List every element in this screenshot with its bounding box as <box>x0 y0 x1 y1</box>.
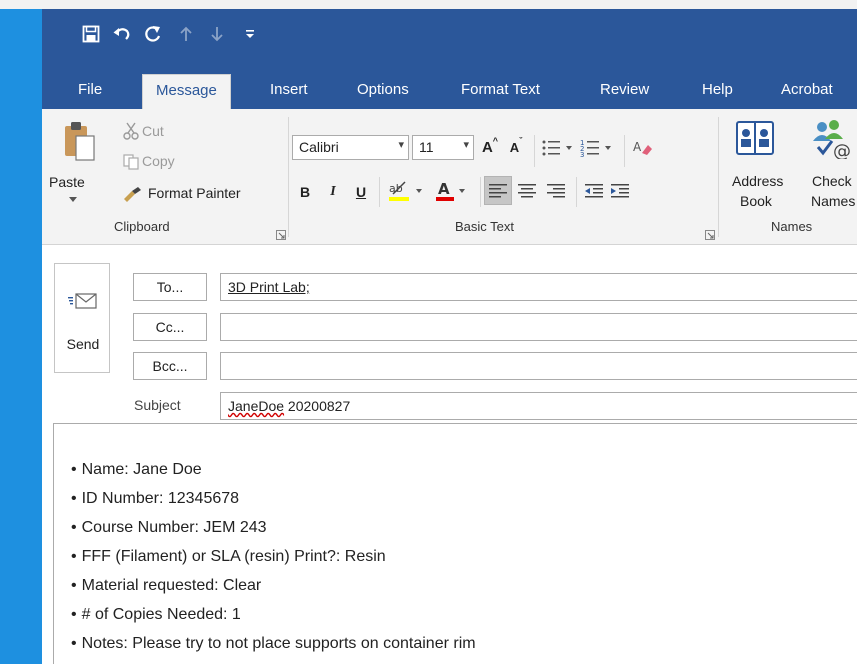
font-size-value: 11 <box>419 139 434 155</box>
body-line: Course Number: JEM 243 <box>71 518 476 547</box>
body-bullet-list: Name: Jane Doe ID Number: 12345678 Cours… <box>71 460 476 663</box>
address-book-icon[interactable] <box>735 119 775 157</box>
body-line: Notes: Please try to not place supports … <box>71 634 476 663</box>
to-recipient[interactable]: 3D Print Lab; <box>228 279 310 295</box>
paste-icon[interactable] <box>63 120 97 164</box>
basic-text-launcher-icon[interactable] <box>705 227 715 240</box>
send-label: Send <box>66 336 100 352</box>
svg-text:A: A <box>633 140 642 154</box>
next-item-icon[interactable] <box>204 21 230 47</box>
compose-header: Send To... Cc... Bcc... 3D Print Lab; Su… <box>42 245 857 425</box>
tab-options[interactable]: Options <box>344 74 422 109</box>
subject-field[interactable]: JaneDoe 20200827 <box>220 392 857 420</box>
send-button[interactable]: Send <box>54 263 110 373</box>
increase-indent-icon[interactable] <box>608 179 632 203</box>
format-painter-button[interactable]: Format Painter <box>148 185 241 201</box>
svg-text:@: @ <box>833 141 851 159</box>
address-book-label-2[interactable]: Book <box>740 193 772 209</box>
desktop-background-strip <box>0 0 857 9</box>
font-color-icon[interactable]: A <box>434 177 474 205</box>
cc-button[interactable]: Cc... <box>133 313 207 341</box>
address-book-label-1[interactable]: Address <box>732 173 783 189</box>
group-divider <box>288 117 289 237</box>
font-name-value: Calibri <box>299 139 339 155</box>
copy-icon <box>121 153 141 171</box>
clipboard-group-label: Clipboard <box>114 219 170 234</box>
tab-acrobat[interactable]: Acrobat <box>768 74 846 109</box>
basic-text-group-label: Basic Text <box>455 219 515 234</box>
divider <box>534 135 535 167</box>
divider <box>480 177 481 207</box>
bullets-icon[interactable] <box>540 135 576 161</box>
grow-font-icon[interactable]: A ^ <box>478 134 502 160</box>
save-icon[interactable] <box>78 21 104 47</box>
quick-access-toolbar <box>42 9 857 62</box>
message-window: File Message Insert Options Format Text … <box>42 9 857 664</box>
divider <box>624 135 625 167</box>
paste-button[interactable]: Paste <box>49 174 85 190</box>
body-line: ID Number: 12345678 <box>71 489 476 518</box>
svg-text:ab: ab <box>389 182 403 195</box>
group-divider <box>718 117 719 237</box>
tab-format-text[interactable]: Format Text <box>448 74 553 109</box>
bcc-button[interactable]: Bcc... <box>133 352 207 380</box>
ribbon-tabs: File Message Insert Options Format Text … <box>42 62 857 109</box>
cc-field[interactable] <box>220 313 857 341</box>
subject-date: 20200827 <box>284 398 351 414</box>
tab-message[interactable]: Message <box>142 74 231 109</box>
format-painter-icon <box>122 184 144 204</box>
clipboard-launcher-icon[interactable] <box>276 227 286 240</box>
numbering-icon[interactable]: 123 <box>579 135 615 161</box>
align-center-icon[interactable] <box>515 179 539 203</box>
chevron-down-icon: ▾ <box>463 139 469 151</box>
tab-review[interactable]: Review <box>587 74 662 109</box>
body-line: Name: Jane Doe <box>71 460 476 489</box>
check-names-icon[interactable]: @ <box>810 119 857 159</box>
underline-button[interactable]: U <box>349 179 373 205</box>
chevron-down-icon: ▾ <box>398 139 404 151</box>
body-line: Material requested: Clear <box>71 576 476 605</box>
subject-misspelled-word: JaneDoe <box>228 398 285 414</box>
redo-icon[interactable] <box>140 21 166 47</box>
check-names-label-2[interactable]: Names <box>811 193 855 209</box>
tab-insert[interactable]: Insert <box>257 74 321 109</box>
customize-qat-icon[interactable] <box>237 21 263 47</box>
clear-formatting-icon[interactable]: A <box>631 136 655 160</box>
ribbon: Paste Cut Copy Format Painter Clipboard <box>42 109 857 245</box>
message-body[interactable]: Name: Jane Doe ID Number: 12345678 Cours… <box>53 423 857 664</box>
svg-text:3: 3 <box>580 151 584 159</box>
check-names-label-1[interactable]: Check <box>812 173 852 189</box>
divider <box>379 177 380 207</box>
cut-button[interactable]: Cut <box>142 123 164 139</box>
paste-dropdown-icon[interactable] <box>58 193 88 205</box>
copy-button[interactable]: Copy <box>142 153 175 169</box>
font-name-combo[interactable]: Calibri ▾ <box>292 135 409 160</box>
tab-file[interactable]: File <box>65 74 115 109</box>
decrease-indent-icon[interactable] <box>582 179 606 203</box>
bcc-field[interactable] <box>220 352 857 380</box>
italic-button[interactable]: I <box>321 179 345 205</box>
to-field[interactable]: 3D Print Lab; <box>220 273 857 301</box>
previous-item-icon[interactable] <box>173 21 199 47</box>
body-line: # of Copies Needed: 1 <box>71 605 476 634</box>
shrink-font-icon[interactable]: Aˇ <box>504 134 528 160</box>
align-left-icon[interactable] <box>486 179 510 203</box>
align-right-icon[interactable] <box>544 179 568 203</box>
highlight-color-icon[interactable]: ab <box>386 177 432 205</box>
names-group-label: Names <box>771 219 813 234</box>
divider <box>576 177 577 207</box>
font-size-combo[interactable]: 11 ▾ <box>412 135 474 160</box>
body-line: FFF (Filament) or SLA (resin) Print?: Re… <box>71 547 476 576</box>
send-envelope-icon <box>67 290 99 312</box>
left-accent-bar <box>0 9 42 664</box>
undo-icon[interactable] <box>109 21 135 47</box>
svg-text:A: A <box>438 180 450 198</box>
subject-label: Subject <box>134 397 181 413</box>
tab-help[interactable]: Help <box>689 74 746 109</box>
to-button[interactable]: To... <box>133 273 207 301</box>
scissors-icon <box>121 122 141 140</box>
bold-button[interactable]: B <box>293 179 317 205</box>
